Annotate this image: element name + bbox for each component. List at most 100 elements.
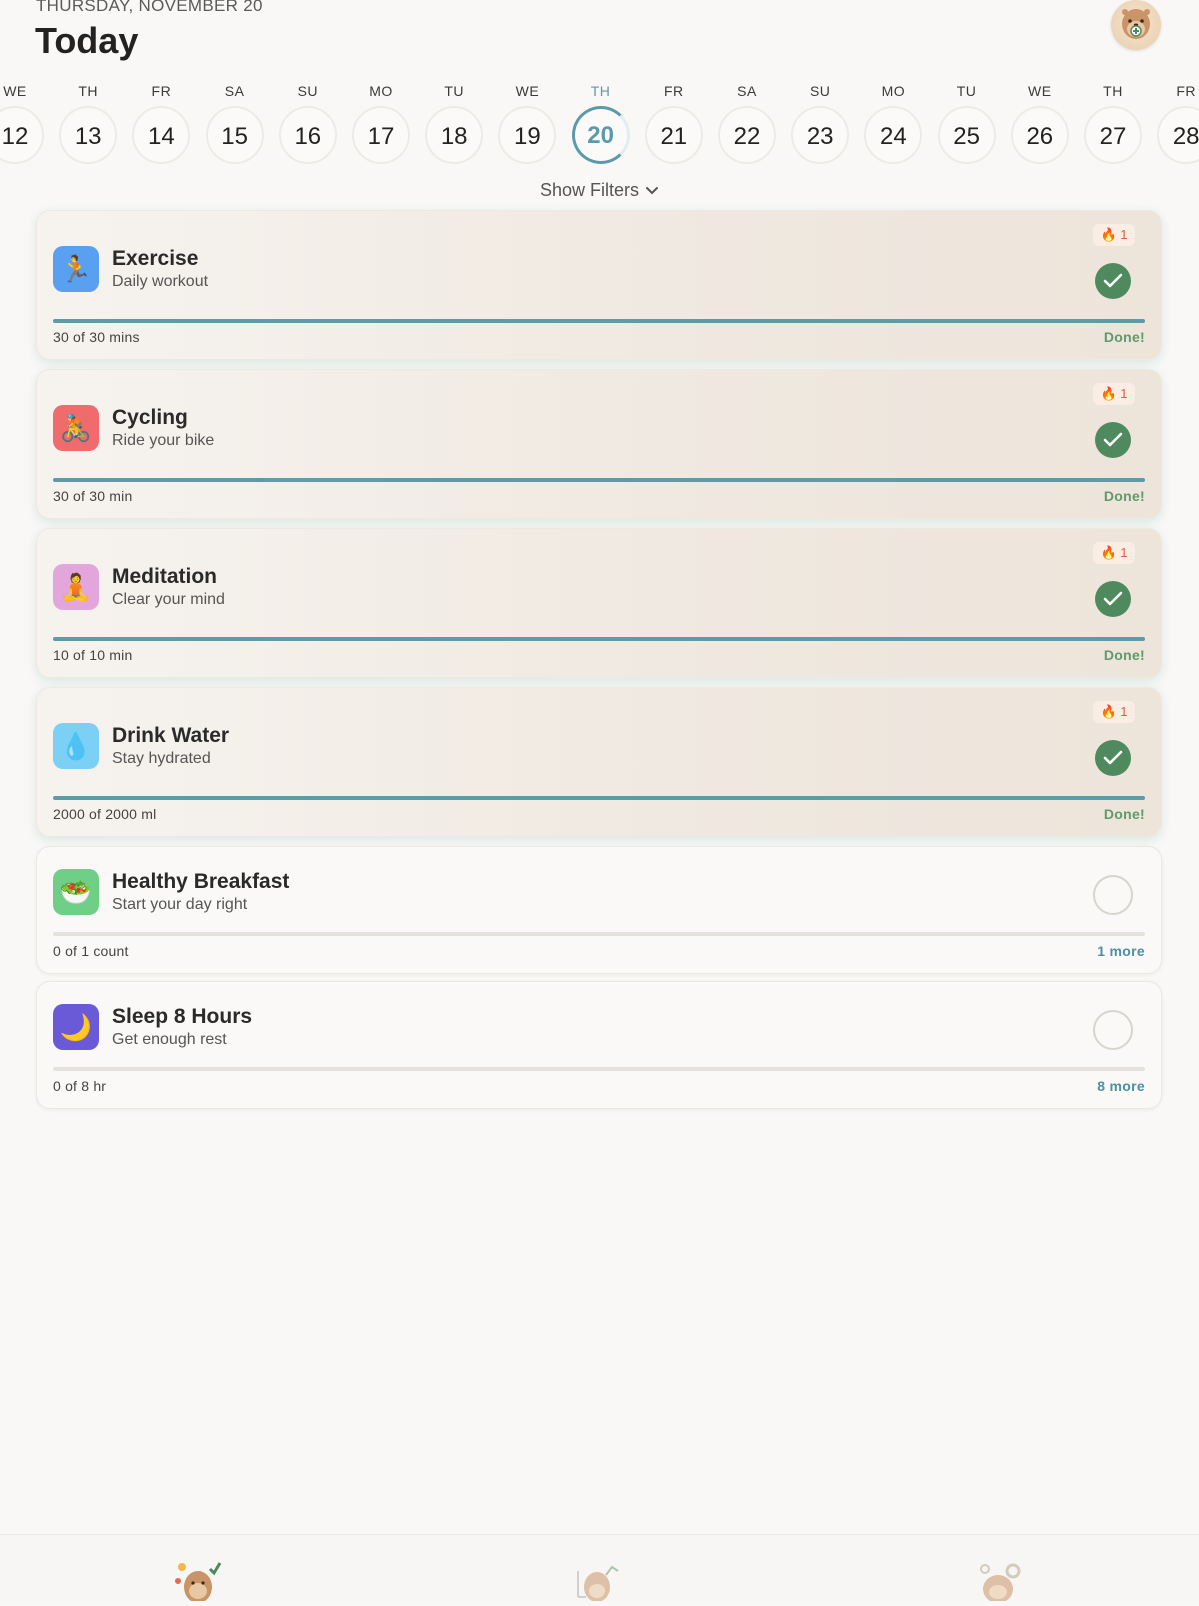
day-abbr: SU — [809, 83, 831, 99]
checkmark-icon — [1103, 750, 1123, 765]
streak-count: 1 — [1120, 227, 1128, 242]
day-abbr: FR — [151, 83, 172, 99]
day-abbr: TU — [444, 83, 465, 99]
day-27[interactable]: TH 27 — [1083, 82, 1143, 164]
day-abbr: TH — [78, 83, 99, 99]
day-abbr: WE — [3, 83, 27, 99]
habit-subtitle: Get enough rest — [112, 1031, 227, 1048]
flame-icon: 🔥 — [1100, 227, 1117, 242]
habit-name: Healthy Breakfast — [112, 870, 290, 893]
progress-bar — [53, 478, 1145, 482]
flame-icon: 🔥 — [1100, 545, 1117, 560]
habit-subtitle: Ride your bike — [112, 432, 215, 449]
day-25[interactable]: TU 25 — [937, 82, 997, 164]
day-number: 13 — [59, 106, 118, 164]
status-text: Done! — [1103, 806, 1145, 822]
tab-bar — [0, 1534, 1199, 1603]
day-abbr: MO — [881, 83, 906, 99]
bicycle-icon: 🚴 — [53, 405, 99, 451]
tab-stats[interactable] — [572, 1557, 622, 1602]
day-number: 21 — [644, 106, 703, 164]
day-number: 25 — [937, 106, 996, 164]
running-person-icon: 🏃 — [53, 246, 99, 292]
completed-check-button[interactable] — [1095, 581, 1131, 617]
day-number: 22 — [718, 106, 776, 164]
day-23[interactable]: SU 23 — [790, 82, 850, 164]
day-number: 15 — [205, 106, 264, 164]
day-number: 19 — [498, 106, 557, 164]
day-abbr: WE — [515, 83, 540, 99]
day-20[interactable]: TH 20 — [571, 82, 631, 164]
tab-settings[interactable] — [973, 1557, 1023, 1603]
progress-fill — [53, 319, 1145, 323]
habit-card-exercise[interactable]: 🏃 Exercise Daily workout 🔥 1 30 of 30 mins Do… — [36, 210, 1162, 360]
day-14[interactable]: FR 14 — [131, 82, 191, 164]
day-12[interactable]: WE 12 — [0, 82, 45, 164]
tab-today[interactable] — [172, 1557, 222, 1603]
streak-badge: 🔥 1 — [1093, 383, 1135, 405]
progress-text: 30 of 30 min — [53, 488, 133, 504]
day-number: 24 — [864, 106, 923, 164]
day-26[interactable]: WE 26 — [1010, 82, 1070, 164]
habit-card-healthy-breakfast[interactable]: 🥗 Healthy Breakfast Start your day right 0 … — [36, 846, 1162, 974]
day-number: 20 — [571, 106, 630, 164]
profile-avatar[interactable] — [1111, 0, 1161, 50]
day-16[interactable]: SU 16 — [278, 82, 338, 164]
show-filters-button[interactable]: Show Filters — [0, 180, 1199, 201]
progress-fill — [53, 637, 1145, 641]
header-date: THURSDAY, NOVEMBER 20 — [36, 0, 263, 15]
status-text: 1 more — [1097, 943, 1145, 959]
page-title: Today — [35, 20, 139, 61]
flame-icon: 🔥 — [1100, 386, 1117, 401]
day-abbr: FR — [663, 83, 684, 99]
complete-toggle-button[interactable] — [1093, 875, 1133, 915]
completed-check-button[interactable] — [1095, 422, 1131, 458]
habit-card-meditation[interactable]: 🧘 Meditation Clear your mind 🔥 1 10 of 10 mi… — [36, 528, 1162, 678]
habit-card-cycling[interactable]: 🚴 Cycling Ride your bike 🔥 1 30 of 30 min Don… — [36, 369, 1162, 519]
day-number: 26 — [1010, 106, 1069, 164]
habit-name: Cycling — [112, 406, 188, 429]
habit-card-drink-water[interactable]: 💧 Drink Water Stay hydrated 🔥 1 2000 of 2000… — [36, 687, 1162, 837]
day-18[interactable]: TU 18 — [424, 82, 484, 164]
day-number: 12 — [0, 106, 44, 164]
completed-check-button[interactable] — [1095, 263, 1131, 299]
status-text: 8 more — [1097, 1078, 1145, 1094]
day-abbr: WE — [1028, 83, 1052, 99]
day-abbr: FR — [1176, 83, 1197, 99]
day-number: 27 — [1084, 106, 1142, 164]
progress-text: 0 of 8 hr — [53, 1078, 107, 1094]
streak-badge: 🔥 1 — [1093, 542, 1135, 564]
day-28[interactable]: FR 28 — [1156, 82, 1199, 164]
completed-check-button[interactable] — [1095, 740, 1131, 776]
habit-name: Drink Water — [112, 724, 230, 747]
day-13[interactable]: TH 13 — [58, 82, 118, 164]
water-drop-icon: 💧 — [53, 723, 99, 769]
habit-subtitle: Daily workout — [112, 273, 209, 290]
status-text: Done! — [1103, 329, 1145, 345]
day-15[interactable]: SA 15 — [205, 82, 265, 164]
day-22[interactable]: SA 22 — [717, 82, 777, 164]
day-abbr: SA — [737, 83, 757, 99]
show-filters-label: Show Filters — [539, 180, 640, 200]
streak-count: 1 — [1120, 545, 1128, 560]
day-number: 28 — [1157, 106, 1199, 164]
day-17[interactable]: MO 17 — [351, 82, 411, 164]
checkmark-icon — [1103, 591, 1123, 606]
progress-fill — [53, 796, 1145, 800]
habit-name: Meditation — [112, 565, 217, 588]
habit-card-sleep-8-hours[interactable]: 🌙 Sleep 8 Hours Get enough rest 0 of 8 hr 8 … — [36, 981, 1162, 1109]
streak-badge: 🔥 1 — [1093, 224, 1135, 246]
progress-fill — [53, 478, 1145, 482]
streak-count: 1 — [1120, 386, 1128, 401]
status-text: Done! — [1103, 647, 1145, 663]
complete-toggle-button[interactable] — [1093, 1010, 1133, 1050]
day-number: 17 — [352, 106, 410, 164]
day-19[interactable]: WE 19 — [497, 82, 557, 164]
checkmark-icon — [1103, 432, 1123, 447]
moon-icon: 🌙 — [53, 1004, 99, 1050]
day-21[interactable]: FR 21 — [644, 82, 704, 164]
day-24[interactable]: MO 24 — [863, 82, 923, 164]
progress-text: 30 of 30 mins — [53, 329, 140, 345]
otter-check-icon — [175, 1562, 222, 1603]
otter-settings-icon — [980, 1563, 1021, 1603]
